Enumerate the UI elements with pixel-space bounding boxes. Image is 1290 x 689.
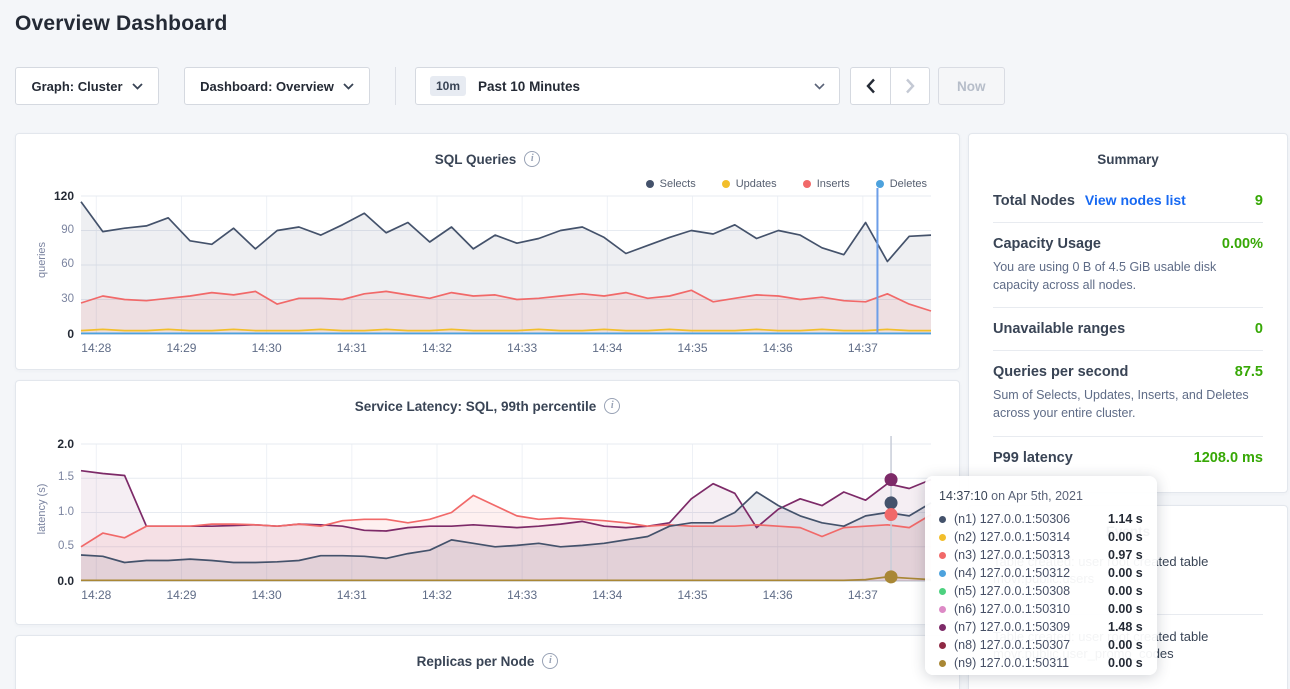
- view-nodes-list-link[interactable]: View nodes list: [1085, 192, 1186, 208]
- chevron-left-icon: [866, 78, 876, 94]
- sql-queries-plot[interactable]: 14:28 14:29 14:30 14:31 14:32 14:33 14:34 14:35…: [36, 196, 936, 361]
- summary-title: Summary: [993, 134, 1263, 179]
- summary-panel: Summary Total Nodes View nodes list 9 Ca…: [968, 133, 1288, 493]
- x-tick: 14:36: [754, 588, 802, 602]
- chevron-right-icon: [905, 78, 915, 94]
- now-button[interactable]: Now: [938, 67, 1005, 105]
- summary-value: 0.00%: [1222, 236, 1263, 252]
- chevron-down-icon: [814, 83, 825, 90]
- x-tick: 14:31: [328, 341, 376, 355]
- sql-queries-chart-card: SQL Queries i Selects Updates Inserts De…: [15, 133, 960, 370]
- y-axis-label: queries: [36, 220, 48, 300]
- x-tick: 14:35: [668, 588, 716, 602]
- summary-row-unavailable-ranges: Unavailable ranges 0: [993, 307, 1263, 350]
- x-tick: 14:30: [243, 588, 291, 602]
- chevron-down-icon: [132, 83, 143, 90]
- tooltip-row: (n8) 127.0.0.1:503070.00 s: [939, 636, 1143, 654]
- x-tick: 14:29: [157, 588, 205, 602]
- time-range-label: Past 10 Minutes: [478, 79, 580, 94]
- y-tick: 0: [36, 327, 74, 341]
- summary-value: 9: [1255, 193, 1263, 209]
- tooltip-row: (n2) 127.0.0.1:503140.00 s: [939, 528, 1143, 546]
- x-tick: 14:34: [583, 588, 631, 602]
- time-prev-button[interactable]: [851, 68, 890, 104]
- tooltip-row: (n6) 127.0.0.1:503100.00 s: [939, 600, 1143, 618]
- tooltip-timestamp: 14:37:10 on Apr 5th, 2021: [939, 489, 1143, 503]
- x-tick: 14:32: [413, 588, 461, 602]
- x-tick: 14:33: [498, 341, 546, 355]
- graph-dropdown[interactable]: Graph: Cluster: [15, 67, 159, 105]
- dashboard-dropdown-label: Dashboard: Overview: [200, 79, 334, 94]
- summary-label: P99 latency: [993, 450, 1073, 466]
- legend-item-deletes[interactable]: Deletes: [876, 178, 927, 190]
- graph-dropdown-label: Graph: Cluster: [31, 79, 122, 94]
- time-range-picker[interactable]: 10m Past 10 Minutes: [415, 67, 840, 105]
- summary-description: You are using 0 B of 4.5 GiB usable disk…: [993, 258, 1263, 294]
- info-icon[interactable]: i: [542, 653, 558, 669]
- summary-row-p99-latency: P99 latency 1208.0 ms: [993, 436, 1263, 479]
- x-tick: 14:35: [668, 341, 716, 355]
- legend-item-inserts[interactable]: Inserts: [803, 178, 850, 190]
- chart-title-sql-queries: SQL Queries: [435, 152, 517, 167]
- summary-label: Capacity Usage: [993, 236, 1101, 252]
- service-latency-chart-card: Service Latency: SQL, 99th percentile i …: [15, 380, 960, 625]
- chevron-down-icon: [343, 83, 354, 90]
- summary-label: Total Nodes: [993, 193, 1075, 209]
- summary-row-capacity-usage: Capacity Usage 0.00% You are using 0 B o…: [993, 222, 1263, 307]
- x-tick: 14:29: [157, 341, 205, 355]
- x-tick: 14:36: [754, 341, 802, 355]
- summary-label: Unavailable ranges: [993, 321, 1125, 337]
- page-title: Overview Dashboard: [15, 12, 228, 36]
- summary-value: 0: [1255, 321, 1263, 337]
- x-tick: 14:37: [839, 341, 887, 355]
- x-tick: 14:31: [328, 588, 376, 602]
- y-axis-label: latency (s): [36, 469, 48, 549]
- time-range-badge: 10m: [430, 76, 466, 96]
- x-tick: 14:28: [72, 341, 120, 355]
- summary-value: 1208.0 ms: [1194, 450, 1263, 466]
- summary-label: Queries per second: [993, 364, 1128, 380]
- tooltip-row: (n4) 127.0.0.1:503120.00 s: [939, 564, 1143, 582]
- legend-item-updates[interactable]: Updates: [722, 178, 777, 190]
- summary-row-queries-per-second: Queries per second 87.5 Sum of Selects, …: [993, 350, 1263, 435]
- toolbar-divider: [395, 67, 396, 105]
- x-tick: 14:30: [243, 341, 291, 355]
- chart-title-replicas-per-node: Replicas per Node: [417, 654, 535, 669]
- x-tick: 14:32: [413, 341, 461, 355]
- time-nav-group: [850, 67, 930, 105]
- sql-queries-legend: Selects Updates Inserts Deletes: [646, 178, 927, 190]
- x-tick: 14:37: [839, 588, 887, 602]
- tooltip-row: (n1) 127.0.0.1:503061.14 s: [939, 510, 1143, 528]
- time-next-button[interactable]: [890, 68, 929, 104]
- replicas-per-node-chart-card: Replicas per Node i: [15, 635, 960, 689]
- info-icon[interactable]: i: [604, 398, 620, 414]
- tooltip-row: (n7) 127.0.0.1:503091.48 s: [939, 618, 1143, 636]
- summary-row-total-nodes: Total Nodes View nodes list 9: [993, 179, 1263, 222]
- tooltip-row: (n3) 127.0.0.1:503130.97 s: [939, 546, 1143, 564]
- summary-value: 87.5: [1235, 364, 1263, 380]
- y-tick: 0.0: [36, 574, 74, 588]
- x-tick: 14:28: [72, 588, 120, 602]
- y-tick: 120: [36, 189, 74, 203]
- dashboard-dropdown[interactable]: Dashboard: Overview: [184, 67, 370, 105]
- info-icon[interactable]: i: [524, 151, 540, 167]
- tooltip-row: (n5) 127.0.0.1:503080.00 s: [939, 582, 1143, 600]
- legend-item-selects[interactable]: Selects: [646, 178, 696, 190]
- chart-hover-tooltip: 14:37:10 on Apr 5th, 2021 (n1) 127.0.0.1…: [925, 476, 1157, 675]
- tooltip-row: (n9) 127.0.0.1:503110.00 s: [939, 654, 1143, 672]
- x-tick: 14:34: [583, 341, 631, 355]
- y-tick: 2.0: [36, 437, 74, 451]
- summary-description: Sum of Selects, Updates, Inserts, and De…: [993, 386, 1263, 422]
- service-latency-plot[interactable]: 14:28 14:29 14:30 14:31 14:32 14:33 14:34 14:35…: [36, 444, 936, 608]
- chart-title-service-latency: Service Latency: SQL, 99th percentile: [355, 399, 597, 414]
- x-tick: 14:33: [498, 588, 546, 602]
